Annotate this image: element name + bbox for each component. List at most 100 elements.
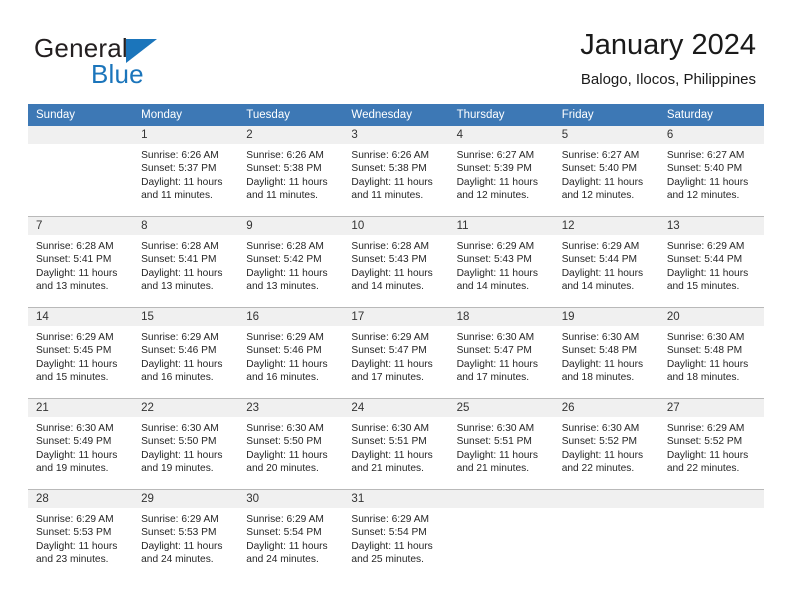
day-detail-line: Sunrise: 6:30 AM — [561, 332, 640, 343]
day-number[interactable]: 13 — [658, 216, 764, 235]
day-detail-line: and 14 minutes. — [561, 280, 635, 292]
day-detail-line: and 12 minutes. — [561, 189, 635, 201]
day-cell: Sunrise: 6:30 AM Sunset: 5:51 PM Daylight:… — [448, 417, 554, 490]
day-number[interactable]: 9 — [238, 216, 344, 235]
day-detail-line: Daylight: 11 hours — [141, 540, 223, 552]
page-title: January 2024 — [580, 29, 756, 61]
day-detail-line: Sunrise: 6:26 AM — [351, 150, 430, 161]
day-cell: Sunrise: 6:26 AM Sunset: 5:37 PM Daylight:… — [133, 144, 239, 217]
day-number[interactable]: 8 — [133, 216, 239, 235]
day-detail-line: Daylight: 11 hours — [351, 449, 433, 461]
day-cell: Sunrise: 6:30 AM Sunset: 5:47 PM Daylight:… — [448, 326, 554, 399]
day-number-empty — [448, 489, 554, 508]
day-number[interactable]: 20 — [658, 307, 764, 326]
day-detail-line: Sunrise: 6:26 AM — [141, 150, 219, 161]
day-detail-line: Daylight: 11 hours — [246, 358, 328, 370]
day-number[interactable]: 22 — [133, 398, 239, 417]
day-cell: Sunrise: 6:29 AM Sunset: 5:54 PM Daylight:… — [343, 508, 449, 580]
day-detail-line: Daylight: 11 hours — [246, 449, 328, 461]
day-number[interactable]: 18 — [448, 307, 554, 326]
day-detail-line: Sunrise: 6:30 AM — [246, 423, 324, 434]
day-detail-line: Daylight: 11 hours — [141, 267, 223, 279]
day-cell-empty — [553, 508, 659, 580]
day-detail-line: Sunset: 5:44 PM — [561, 254, 638, 266]
day-number[interactable]: 4 — [448, 126, 554, 144]
day-number[interactable]: 24 — [343, 398, 449, 417]
day-detail-line: Daylight: 11 hours — [351, 267, 433, 279]
day-cell: Sunrise: 6:27 AM Sunset: 5:39 PM Daylight:… — [448, 144, 554, 217]
day-cell: Sunrise: 6:29 AM Sunset: 5:43 PM Daylight:… — [448, 235, 554, 308]
day-number[interactable]: 29 — [133, 489, 239, 508]
day-number[interactable]: 19 — [553, 307, 659, 326]
day-detail-line: Sunset: 5:42 PM — [246, 254, 322, 266]
week-daynum-row: 123456 — [28, 126, 764, 144]
day-number[interactable]: 31 — [343, 489, 449, 508]
day-number[interactable]: 26 — [553, 398, 659, 417]
day-detail-line: Daylight: 11 hours — [456, 267, 538, 279]
day-detail-line: Sunrise: 6:28 AM — [36, 241, 114, 252]
day-detail-line: and 11 minutes. — [141, 189, 213, 201]
week-daynum-row: 14 15 16 17 18 19 20 — [28, 307, 764, 326]
day-number[interactable]: 28 — [28, 489, 134, 508]
weekday-header-friday: Friday — [553, 104, 659, 126]
day-detail-line: Sunset: 5:41 PM — [36, 254, 112, 266]
day-cell: Sunrise: 6:29 AM Sunset: 5:47 PM Daylight:… — [343, 326, 449, 399]
day-number[interactable]: 10 — [343, 216, 449, 235]
day-detail-line: and 19 minutes. — [36, 462, 109, 474]
day-detail-line: Sunset: 5:51 PM — [351, 436, 427, 448]
calendar-body: 1 2 3 4 5 6 Sunrise: 6:26 AM Sunset: 5:37 PM Day… — [28, 126, 764, 580]
day-detail-line: Sunset: 5:52 PM — [561, 436, 638, 448]
day-detail-line: Daylight: 11 hours — [36, 540, 118, 552]
day-number[interactable]: 15 — [133, 307, 239, 326]
day-detail-line: Sunset: 5:41 PM — [141, 254, 217, 266]
page-subtitle: Balogo, Ilocos, Philippines — [580, 71, 756, 88]
day-detail-line: Sunset: 5:46 PM — [141, 345, 217, 357]
day-detail-line: and 20 minutes. — [246, 462, 319, 474]
day-number[interactable]: 11 — [448, 216, 554, 235]
day-number[interactable]: 23 — [238, 398, 344, 417]
day-detail-line: Sunset: 5:38 PM — [351, 163, 427, 175]
day-detail-line: Daylight: 11 hours — [666, 176, 749, 188]
day-detail-line: and 19 minutes. — [141, 462, 214, 474]
day-number[interactable]: 3 — [343, 126, 449, 144]
day-detail-line: Daylight: 11 hours — [246, 540, 328, 552]
day-cell: Sunrise: 6:30 AM Sunset: 5:50 PM Daylight:… — [238, 417, 344, 490]
day-number[interactable]: 14 — [28, 307, 134, 326]
day-number[interactable]: 6 — [658, 126, 764, 144]
day-number[interactable]: 12 — [553, 216, 659, 235]
day-detail-line: Daylight: 11 hours — [141, 176, 223, 188]
day-detail-line: Daylight: 11 hours — [351, 176, 433, 188]
day-number[interactable]: 16 — [238, 307, 344, 326]
day-detail-line: Sunset: 5:47 PM — [351, 345, 427, 357]
day-number[interactable]: 21 — [28, 398, 134, 417]
day-detail-line: Sunset: 5:40 PM — [666, 163, 743, 175]
day-detail-line: Sunrise: 6:29 AM — [666, 241, 745, 252]
day-detail-line: Sunset: 5:43 PM — [351, 254, 427, 266]
day-cell: Sunrise: 6:29 AM Sunset: 5:53 PM Daylight:… — [133, 508, 239, 580]
day-number[interactable]: 1 — [133, 126, 239, 144]
day-detail-line: Sunset: 5:39 PM — [456, 163, 532, 175]
day-detail-line: Sunrise: 6:27 AM — [561, 150, 640, 161]
day-cell: Sunrise: 6:30 AM Sunset: 5:52 PM Daylight:… — [553, 417, 659, 490]
day-number[interactable]: 17 — [343, 307, 449, 326]
day-cell: Sunrise: 6:30 AM Sunset: 5:51 PM Daylight:… — [343, 417, 449, 490]
day-detail-line: Daylight: 11 hours — [36, 358, 118, 370]
day-detail-line: Daylight: 11 hours — [351, 358, 433, 370]
day-number-empty — [658, 489, 764, 508]
day-detail-line: Sunrise: 6:26 AM — [246, 150, 324, 161]
day-number[interactable]: 5 — [553, 126, 659, 144]
day-number[interactable]: 30 — [238, 489, 344, 508]
day-number[interactable]: 27 — [658, 398, 764, 417]
day-number[interactable]: 7 — [28, 216, 134, 235]
day-detail-line: Sunrise: 6:29 AM — [246, 514, 324, 525]
day-detail-line: Sunrise: 6:29 AM — [351, 514, 430, 525]
day-detail-line: Sunset: 5:51 PM — [456, 436, 532, 448]
day-cell: Sunrise: 6:29 AM Sunset: 5:46 PM Daylight:… — [238, 326, 344, 399]
logo-text-blue: Blue — [91, 59, 144, 89]
day-detail-line: and 22 minutes. — [561, 462, 635, 474]
day-number[interactable]: 25 — [448, 398, 554, 417]
week-daynum-row: 21 22 23 24 25 26 27 — [28, 398, 764, 417]
day-number[interactable]: 2 — [238, 126, 344, 144]
day-detail-line: Sunset: 5:45 PM — [36, 345, 112, 357]
day-detail-line: Sunrise: 6:28 AM — [141, 241, 219, 252]
